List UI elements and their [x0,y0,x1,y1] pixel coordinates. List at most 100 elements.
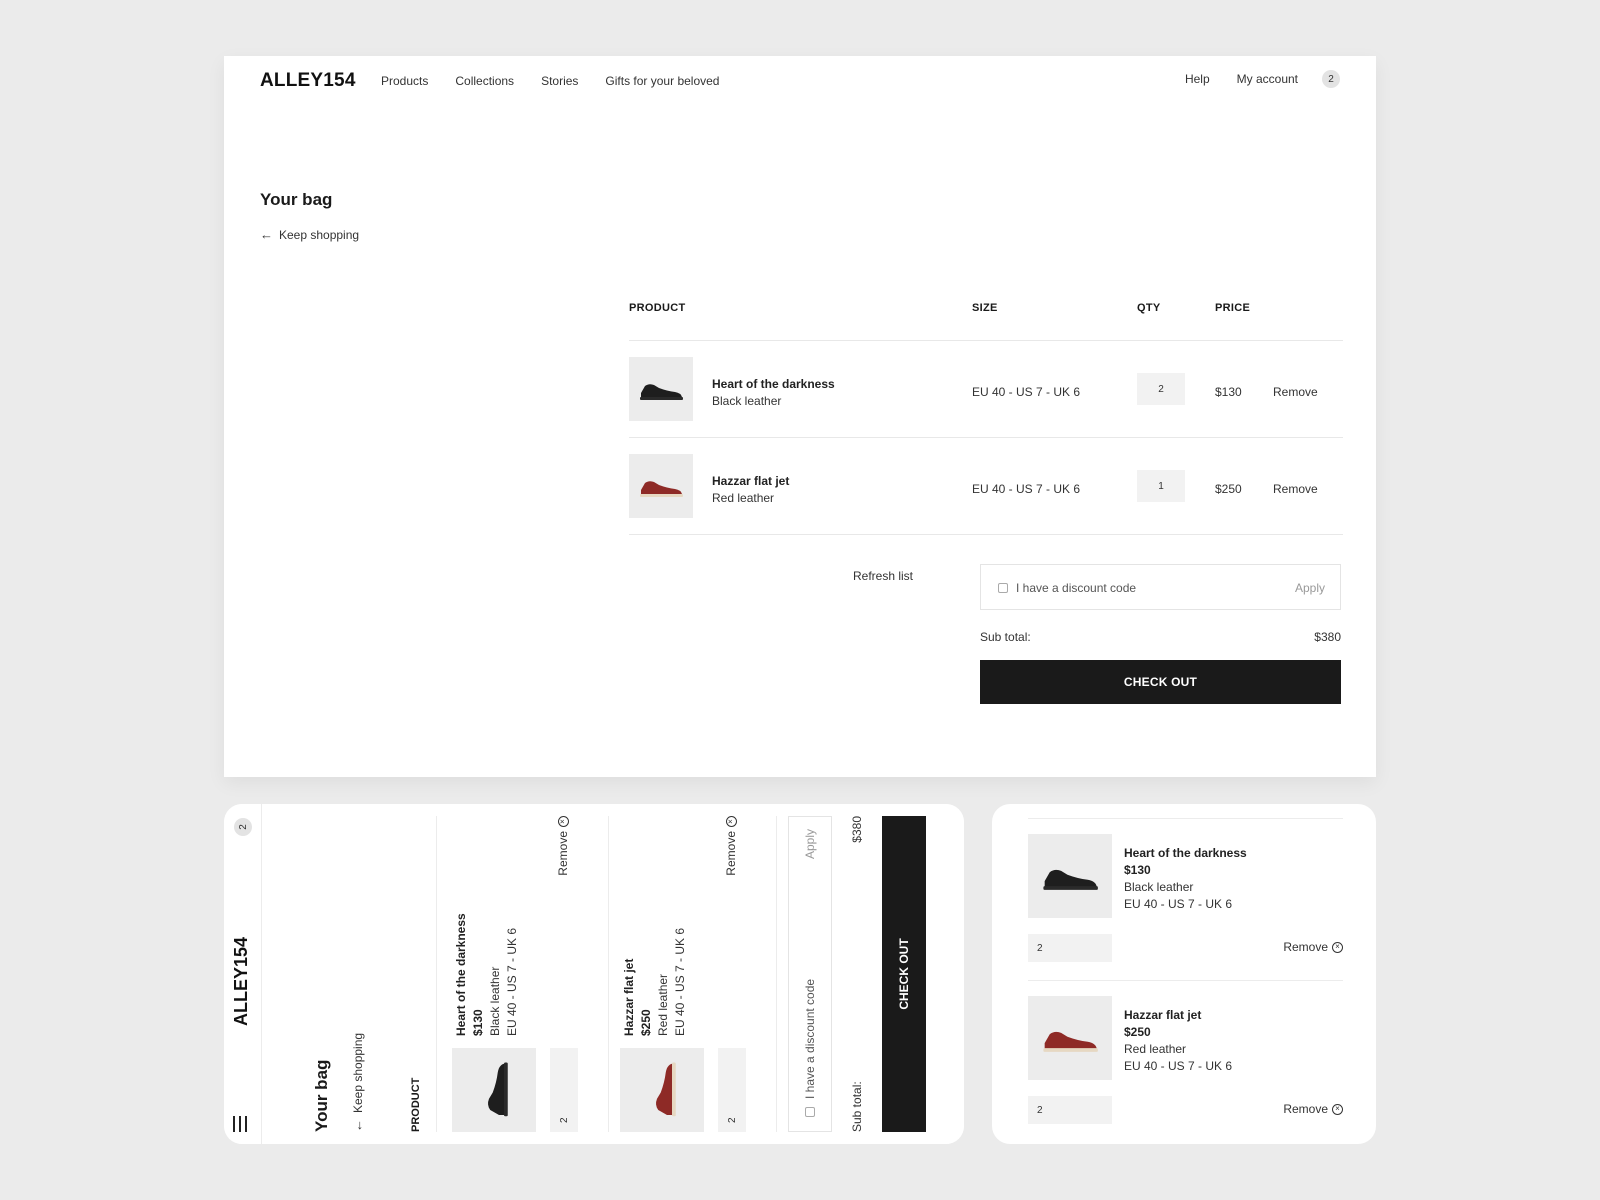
subtotal-label: Sub total: [980,630,1031,644]
mobile-rotated-panel: ALLEY154 2 Your bag ← Keep shopping PROD… [224,804,964,1144]
nav-collections[interactable]: Collections [455,74,514,88]
checkout-button[interactable]: CHECK OUT [882,816,926,1132]
nav-stories[interactable]: Stories [541,74,578,88]
divider [608,816,609,1132]
remove-button[interactable]: Remove × [556,816,570,876]
quantity-input[interactable]: 2 [1137,373,1185,405]
product-image[interactable] [452,1048,536,1132]
desktop-bag-panel: ALLEY154 Products Collections Stories Gi… [224,56,1376,777]
product-price: $130 [1215,385,1242,399]
subtotal-value: $380 [850,816,864,843]
sneaker-icon [1043,1031,1098,1052]
product-size: EU 40 - US 7 - UK 6 [1124,897,1233,911]
product-price: $130 [1124,863,1151,877]
arrow-left-icon: ← [260,227,273,242]
keep-shopping-label: Keep shopping [279,227,360,242]
remove-button[interactable]: Remove × [724,816,738,876]
sneaker-icon [656,1062,676,1117]
header-price: PRICE [1215,302,1251,314]
quantity-input[interactable]: 1 [1137,470,1185,502]
remove-button[interactable]: Remove × [1283,1102,1343,1116]
close-circle-icon: × [725,816,737,827]
sneaker-icon [640,384,683,400]
header-size: SIZE [972,302,998,314]
divider [1028,980,1343,981]
apply-button[interactable]: Apply [1295,581,1325,595]
product-name[interactable]: Heart of the darkness [454,913,468,1036]
nav-help[interactable]: Help [1185,72,1210,86]
bag-table: PRODUCT SIZE QTY PRICE Heart of the dark… [629,302,1343,535]
menu-icon[interactable] [233,1116,247,1132]
product-name[interactable]: Hazzar flat jet [712,474,789,488]
discount-checkbox[interactable] [805,1107,815,1117]
checkout-button[interactable]: CHECK OUT [980,660,1341,704]
arrow-left-icon: ← [350,1119,365,1132]
divider [1028,818,1343,819]
bag-count-badge[interactable]: 2 [1322,70,1340,88]
keep-shopping-link[interactable]: ← Keep shopping [260,227,359,242]
sneaker-icon [488,1062,508,1117]
product-name[interactable]: Hazzar flat jet [1124,1008,1201,1022]
nav-products[interactable]: Products [381,74,428,88]
remove-button[interactable]: Remove [1273,385,1318,399]
close-circle-icon: × [1332,1103,1343,1115]
product-variant: Black leather [488,966,502,1036]
product-size: EU 40 - US 7 - UK 6 [673,927,687,1036]
product-variant: Red leather [656,973,670,1036]
product-image[interactable] [1028,834,1112,918]
mobile-list-panel: Heart of the darkness $130 Black leather… [992,804,1376,1144]
remove-button[interactable]: Remove [1273,482,1318,496]
brand-logo[interactable]: ALLEY154 [260,70,356,92]
product-size: EU 40 - US 7 - UK 6 [1124,1059,1233,1073]
discount-label: I have a discount code [803,978,817,1099]
subtotal-label: Sub total: [850,1081,864,1132]
nav-my-account[interactable]: My account [1237,72,1298,86]
apply-button[interactable]: Apply [803,829,817,859]
product-price: $250 [639,1009,653,1036]
product-image[interactable] [620,1048,704,1132]
product-size: EU 40 - US 7 - UK 6 [972,385,1081,399]
header-product: PRODUCT [410,1077,422,1132]
product-image[interactable] [629,357,693,421]
bag-count-badge[interactable]: 2 [234,818,252,836]
discount-code-box: I have a discount code Apply [788,816,832,1132]
remove-button[interactable]: Remove × [1283,940,1343,954]
remove-label: Remove [1283,1102,1328,1116]
product-size: EU 40 - US 7 - UK 6 [972,482,1081,496]
product-image[interactable] [1028,996,1112,1080]
product-price: $250 [1215,482,1242,496]
keep-shopping-label: Keep shopping [350,1032,365,1113]
close-circle-icon: × [1332,941,1343,953]
nav-gifts[interactable]: Gifts for your beloved [605,74,719,88]
product-name[interactable]: Hazzar flat jet [622,959,636,1036]
product-name[interactable]: Heart of the darkness [712,377,835,391]
subtotal-value: $380 [1314,630,1341,644]
table-row: Heart of the darkness Black leather EU 4… [629,341,1343,438]
product-size: EU 40 - US 7 - UK 6 [505,927,519,1036]
divider [776,816,777,1132]
discount-label: I have a discount code [1016,581,1137,595]
product-variant: Red leather [1124,1042,1187,1056]
quantity-input[interactable]: 2 [718,1048,746,1132]
keep-shopping-link[interactable]: ← Keep shopping [350,1033,365,1132]
quantity-input[interactable]: 2 [550,1048,578,1132]
quantity-input[interactable]: 2 [1028,934,1112,962]
discount-checkbox[interactable] [998,583,1008,593]
quantity-input[interactable]: 2 [1028,1096,1112,1124]
discount-code-box: I have a discount code Apply [980,564,1341,610]
product-image[interactable] [629,454,693,518]
header-product: PRODUCT [629,302,686,314]
product-name[interactable]: Heart of the darkness [1124,846,1247,860]
table-row: Hazzar flat jet Red leather EU 40 - US 7… [629,438,1343,535]
header-qty: QTY [1137,302,1161,314]
page-title: Your bag [312,1059,331,1132]
product-price: $130 [471,1009,485,1036]
page-title: Your bag [260,190,333,209]
list-item: Hazzar flat jet $250 Red leather EU 40 -… [1028,996,1343,1128]
product-variant: Black leather [1124,880,1194,894]
list-item: Hazzar flat jet $250 Red leather EU 40 -… [620,816,764,1132]
refresh-list-link[interactable]: Refresh list [853,569,913,583]
account-nav: Help My account 2 [1158,70,1340,88]
brand-logo[interactable]: ALLEY154 [231,937,252,1026]
main-nav: Products Collections Stories Gifts for y… [381,74,746,88]
